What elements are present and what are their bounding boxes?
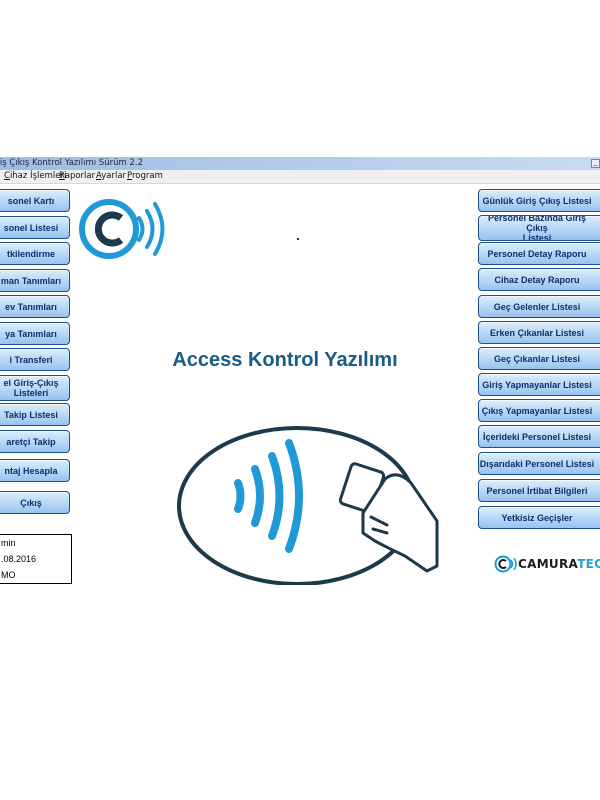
contactless-card-icon xyxy=(177,426,439,585)
menu-cihaz-islemleri[interactable]: Cihaz İşlemleri xyxy=(4,170,66,183)
button-label: i Transferi xyxy=(9,354,53,365)
puantaj-hesapla-button[interactable]: ntaj Hesapla xyxy=(0,459,70,482)
brand-name-dark: CAMURA xyxy=(518,557,578,571)
button-label: Erken Çıkanlar Listesi xyxy=(489,327,585,338)
menu-program[interactable]: Program xyxy=(127,170,163,183)
personel-listesi-button[interactable]: sonel Listesi xyxy=(0,216,70,239)
cihaz-detay-raporu-button[interactable]: Cihaz Detay Raporu xyxy=(478,268,600,291)
brand-name: CAMURATECH xyxy=(518,557,600,571)
menu-raporlar[interactable]: Raporlar xyxy=(59,170,95,183)
session-mode: MO xyxy=(1,570,16,580)
brand-name-accent: TECH xyxy=(577,557,600,571)
company-logo-icon xyxy=(79,199,165,259)
button-label: Günlük Giriş Çıkış Listesi xyxy=(482,195,592,206)
app-window: iriş Çıkış Kontrol Yazılımı Sürüm 2.2 _ … xyxy=(0,157,600,585)
button-label: Çıkış Yapmayanlar Listesi xyxy=(481,405,593,416)
button-label: sonel Kartı xyxy=(7,195,55,206)
button-label: Personel Bazında Giriş Çıkış Listesi xyxy=(487,215,587,241)
yetkisiz-gecisler-button[interactable]: Yetkisiz Geçişler xyxy=(478,506,600,529)
menu-ayarlar-label: yarlar xyxy=(101,171,127,181)
button-label: Takip Listesi xyxy=(4,409,58,420)
giris-yapmayanlar-listesi-button[interactable]: Giriş Yapmayanlar Listesi xyxy=(478,373,600,396)
kaya-tanimlari-button[interactable]: ya Tanımları xyxy=(0,322,70,345)
gunluk-giris-cikis-listesi-button[interactable]: Günlük Giriş Çıkış Listesi xyxy=(478,189,600,212)
brand-logo-icon xyxy=(494,555,517,573)
button-label: sonel Listesi xyxy=(3,222,59,233)
button-label: Yetkisiz Geçişler xyxy=(501,512,573,523)
button-label: Dışarıdaki Personel Listesi xyxy=(479,458,595,469)
gec-cikanlar-listesi-button[interactable]: Geç Çıkanlar Listesi xyxy=(478,347,600,370)
isaretci-takip-button[interactable]: aretçi Takip xyxy=(0,430,70,453)
button-label: ev Tanımları xyxy=(5,301,57,312)
session-date: .08.2016 xyxy=(1,554,37,564)
button-label: Personel Detay Raporu xyxy=(487,248,587,259)
button-label: Geç Gelenler Listesi xyxy=(493,301,581,312)
button-label: tkilendirme xyxy=(6,248,55,259)
personel-irtibat-bilgileri-button[interactable]: Personel İrtibat Bilgileri xyxy=(478,479,600,502)
giris-cikis-listeleri-button[interactable]: el Giriş-Çıkış Listeleri xyxy=(0,375,70,401)
erken-cikanlar-listesi-button[interactable]: Erken Çıkanlar Listesi xyxy=(478,321,600,344)
menu-cihaz-label: ihaz İşlemleri xyxy=(9,171,67,181)
zaman-tanimlari-button[interactable]: man Tanımları xyxy=(0,269,70,292)
session-info-box: min .08.2016 MO xyxy=(0,534,72,584)
window-title: iriş Çıkış Kontrol Yazılımı Sürüm 2.2 xyxy=(0,158,143,168)
button-label: aretçi Takip xyxy=(6,436,56,447)
menu-program-label: rogram xyxy=(131,171,163,181)
user-name: min xyxy=(1,538,16,548)
transfer-button[interactable]: i Transferi xyxy=(0,348,70,371)
cikis-button[interactable]: Çıkış xyxy=(0,491,70,514)
button-label: Çıkış xyxy=(20,497,42,508)
button-label: el Giriş-Çıkış Listeleri xyxy=(3,378,59,398)
disaridaki-personel-listesi-button[interactable]: Dışarıdaki Personel Listesi xyxy=(478,452,600,475)
button-label: ya Tanımları xyxy=(5,328,57,339)
personel-karti-button[interactable]: sonel Kartı xyxy=(0,189,70,212)
main-title: Access Kontrol Yazılımı xyxy=(172,349,398,371)
button-label: man Tanımları xyxy=(0,275,62,286)
brand-footer: CAMURATECH xyxy=(494,554,600,574)
cikis-yapmayanlar-listesi-button[interactable]: Çıkış Yapmayanlar Listesi xyxy=(478,399,600,422)
gec-gelenler-listesi-button[interactable]: Geç Gelenler Listesi xyxy=(478,295,600,318)
button-label: İçerideki Personel Listesi xyxy=(482,431,592,442)
icerideki-personel-listesi-button[interactable]: İçerideki Personel Listesi xyxy=(478,425,600,448)
button-label: ntaj Hesapla xyxy=(4,465,58,476)
personel-bazinda-giris-cikis-listesi-button[interactable]: Personel Bazında Giriş Çıkış Listesi xyxy=(478,215,600,241)
gorev-tanimlari-button[interactable]: ev Tanımları xyxy=(0,295,70,318)
minimize-button[interactable]: _ xyxy=(591,159,600,168)
stray-dot xyxy=(297,238,299,240)
button-label: Personel İrtibat Bilgileri xyxy=(486,485,588,496)
personel-detay-raporu-button[interactable]: Personel Detay Raporu xyxy=(478,242,600,265)
button-label: Geç Çıkanlar Listesi xyxy=(493,353,581,364)
button-label: Cihaz Detay Raporu xyxy=(494,274,580,285)
menu-raporlar-label: aporlar xyxy=(64,171,96,181)
title-bar: iriş Çıkış Kontrol Yazılımı Sürüm 2.2 _ xyxy=(0,157,600,170)
button-label: Giriş Yapmayanlar Listesi xyxy=(482,379,592,390)
menu-ayarlar[interactable]: Ayarlar xyxy=(96,170,126,183)
takip-listesi-button[interactable]: Takip Listesi xyxy=(0,403,70,426)
menu-bar: Cihaz İşlemleri Raporlar Ayarlar Program xyxy=(0,170,600,184)
yetkilendirme-button[interactable]: tkilendirme xyxy=(0,242,70,265)
